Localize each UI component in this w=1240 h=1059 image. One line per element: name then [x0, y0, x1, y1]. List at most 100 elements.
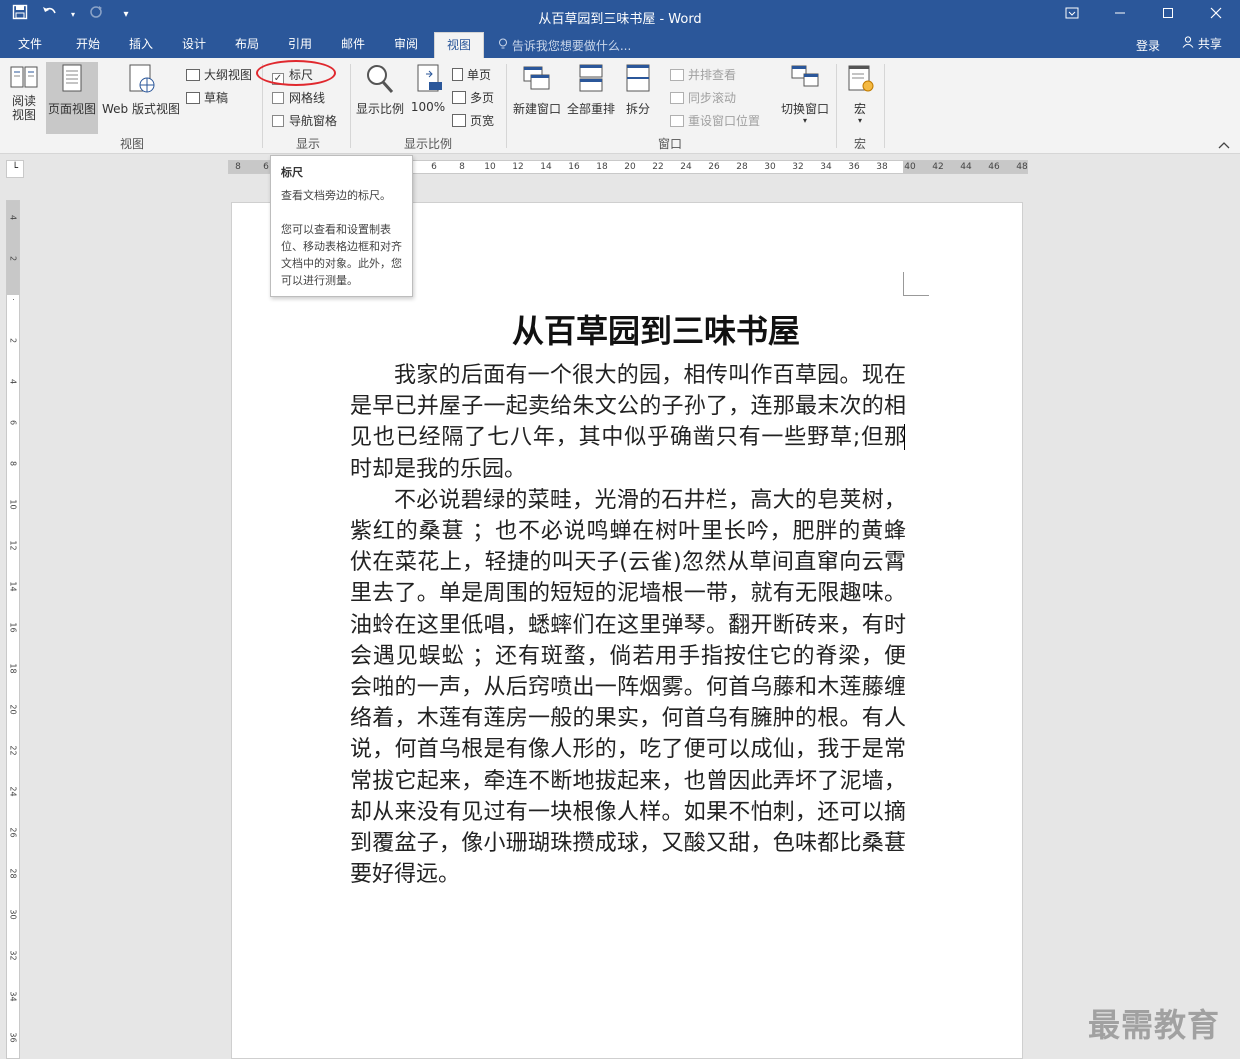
zoom-button[interactable]: 显示比例 — [354, 62, 406, 132]
ruler-tick-label: 42 — [932, 162, 944, 172]
sync-scroll-button[interactable]: 同步滚动 — [670, 89, 736, 106]
zoom-100-button[interactable]: 100% — [408, 62, 448, 132]
document-body[interactable]: 我家的后面有一个很大的园，相传叫作百草园。现在是早已并屋子一起卖给朱文公的子孙了… — [350, 360, 906, 890]
share-button[interactable]: 共享 — [1176, 34, 1228, 56]
gridlines-label: 网格线 — [289, 91, 326, 105]
ruler-tick-label: 14 — [8, 581, 18, 592]
paragraph[interactable]: 不必说碧绿的菜畦，光滑的石井栏，高大的皂荚树，紫红的桑葚 ；也不必说鸣蝉在树叶里… — [350, 485, 906, 891]
ruler-tick-label: 32 — [792, 162, 804, 172]
ribbon: 阅读 视图 页面视图 Web 版式视图 大纲视图 草稿 视图 ✓ 标尺 网格线 导… — [0, 58, 1240, 154]
read-mode-icon — [10, 66, 38, 88]
reset-window-position-button[interactable]: 重设窗口位置 — [670, 112, 760, 129]
ruler-tick-label: 2 — [8, 337, 18, 344]
title-bar: ▾ ▾ 从百草园到三味书屋 - Word — [0, 0, 1240, 32]
arrange-all-button[interactable]: 全部重排 — [564, 62, 618, 132]
page-width-button[interactable]: 页宽 — [452, 112, 494, 129]
minimize-icon[interactable] — [1096, 0, 1144, 32]
outline-button[interactable]: 大纲视图 — [186, 66, 252, 83]
new-window-button[interactable]: 新建窗口 — [510, 62, 564, 132]
tell-me-box[interactable]: 告诉我您想要做什么... — [498, 37, 631, 54]
split-button[interactable]: 拆分 — [620, 62, 656, 132]
person-icon — [1182, 36, 1198, 51]
tab-references[interactable]: 引用 — [278, 32, 322, 58]
read-mode-label: 阅读 视图 — [11, 94, 36, 122]
ruler-tick-label: 14 — [540, 162, 552, 172]
close-icon[interactable] — [1192, 0, 1240, 32]
chevron-down-icon: ▾ — [802, 116, 807, 125]
vertical-ruler[interactable]: 4 2 · 2 4 6 8 10 12 14 16 18 20 22 24 26 28 30 32 34 36 — [6, 200, 20, 1059]
draft-button[interactable]: 草稿 — [186, 89, 228, 106]
ruler-tick-label: 4 — [8, 378, 18, 385]
group-divider — [884, 64, 885, 148]
checkbox-unchecked-icon — [272, 115, 284, 127]
arrange-all-label: 全部重排 — [566, 102, 615, 116]
tab-review[interactable]: 审阅 — [384, 32, 428, 58]
tab-design[interactable]: 设计 — [172, 32, 216, 58]
ruler-tick-label: 24 — [680, 162, 692, 172]
ruler-tick-label: 30 — [764, 162, 776, 172]
ribbon-display-options-icon[interactable] — [1048, 0, 1096, 32]
ruler-tick-label: 16 — [568, 162, 580, 172]
print-layout-label: 页面视图 — [47, 102, 96, 116]
read-mode-button[interactable]: 阅读 视图 — [4, 62, 44, 132]
sync-scroll-icon — [670, 92, 684, 104]
group-divider — [836, 64, 837, 148]
split-label: 拆分 — [625, 102, 650, 116]
ruler-tick-label: 44 — [960, 162, 972, 172]
ruler-tick-label: 4 — [8, 214, 18, 221]
ruler-tick-label: 6 — [8, 419, 18, 426]
ruler-tick-label: 22 — [8, 745, 18, 756]
ruler-tick-label: 38 — [876, 162, 888, 172]
tab-layout[interactable]: 布局 — [225, 32, 269, 58]
tab-mailings[interactable]: 邮件 — [331, 32, 375, 58]
print-layout-button[interactable]: 页面视图 — [46, 62, 98, 134]
reset-window-position-icon — [670, 115, 684, 127]
maximize-icon[interactable] — [1144, 0, 1192, 32]
tab-home[interactable]: 开始 — [66, 32, 110, 58]
gridlines-checkbox[interactable]: 网格线 — [272, 89, 325, 106]
reset-window-position-label: 重设窗口位置 — [688, 114, 761, 128]
outline-label: 大纲视图 — [204, 68, 253, 82]
switch-windows-button[interactable]: 切换窗口 ▾ — [778, 62, 832, 132]
document-title[interactable]: 从百草园到三味书屋 — [350, 306, 962, 352]
new-window-label: 新建窗口 — [512, 102, 561, 116]
split-icon — [626, 64, 650, 92]
nav-pane-checkbox[interactable]: 导航窗格 — [272, 112, 337, 129]
ruler-tick-label: 32 — [8, 950, 18, 961]
lightbulb-icon — [498, 38, 512, 53]
show-group-label: 显示 — [295, 137, 320, 151]
one-page-button[interactable]: 单页 — [452, 66, 491, 83]
ruler-tick-label: 8 — [235, 162, 241, 172]
ruler-tick-label: 10 — [484, 162, 496, 172]
ruler-tick-label: 36 — [8, 1032, 18, 1043]
draft-label: 草稿 — [204, 91, 229, 105]
tab-selector-icon[interactable]: └ — [6, 160, 24, 178]
sign-in-link[interactable]: 登录 — [1136, 37, 1160, 54]
tab-insert[interactable]: 插入 — [119, 32, 163, 58]
web-layout-button[interactable]: Web 版式视图 — [100, 62, 182, 132]
macros-icon — [848, 65, 874, 92]
page-width-icon — [452, 114, 466, 127]
side-by-side-icon — [670, 69, 684, 81]
multiple-pages-button[interactable]: 多页 — [452, 89, 494, 106]
ruler-tick-label: 2 — [8, 255, 18, 262]
nav-pane-label: 导航窗格 — [289, 114, 338, 128]
zoom-label: 显示比例 — [355, 102, 404, 116]
tell-me-placeholder: 告诉我您想要做什么... — [511, 39, 632, 53]
ruler-tick-label: 26 — [708, 162, 720, 172]
ruler-tick-label: 6 — [431, 162, 437, 172]
ribbon-tabs: 文件 开始 插入 设计 布局 引用 邮件 审阅 视图 告诉我您想要做什么... … — [0, 32, 1240, 58]
zoom-100-label: 100% — [410, 100, 446, 114]
views-group-label: 视图 — [119, 137, 144, 151]
group-divider — [350, 64, 351, 148]
paragraph[interactable]: 我家的后面有一个很大的园，相传叫作百草园。现在是早已并屋子一起卖给朱文公的子孙了… — [350, 360, 906, 485]
ruler-tick-label: 30 — [8, 909, 18, 920]
watermark: 最需教育 — [1088, 1006, 1221, 1044]
side-by-side-button[interactable]: 并排查看 — [670, 66, 736, 83]
collapse-ribbon-icon[interactable] — [1218, 138, 1230, 152]
switch-windows-icon — [791, 65, 819, 87]
tab-view[interactable]: 视图 — [434, 32, 484, 58]
tab-file[interactable]: 文件 — [8, 32, 52, 58]
tooltip-line: 查看文档旁边的标尺。 — [281, 189, 391, 202]
macros-button[interactable]: 宏 ▾ — [840, 62, 880, 132]
